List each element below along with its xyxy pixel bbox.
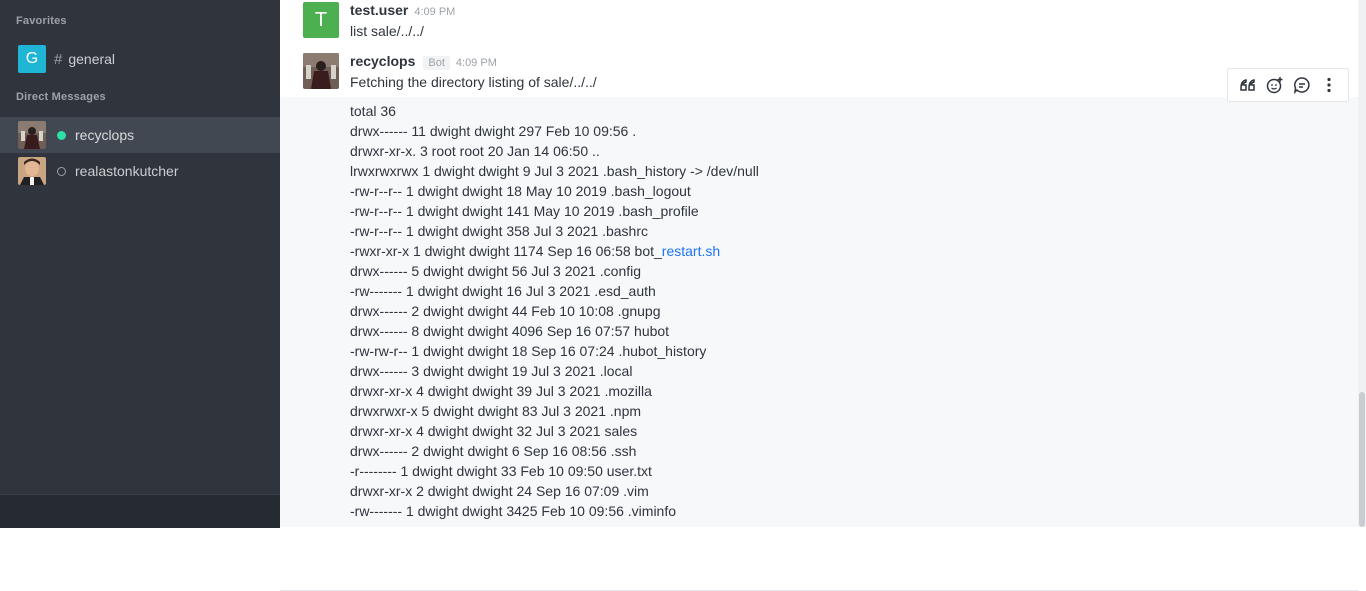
username[interactable]: recyclops	[350, 53, 415, 69]
online-status-icon	[57, 130, 66, 140]
listing-line: drwx------ 11 dwight dwight 297 Feb 10 0…	[350, 123, 637, 139]
listing-line: drwx------ 2 dwight dwight 44 Feb 10 10:…	[350, 303, 661, 319]
reply-in-thread-icon[interactable]	[1291, 74, 1313, 96]
listing-line: total 36	[350, 103, 396, 119]
add-reaction-icon[interactable]	[1264, 74, 1286, 96]
listing-line: drwxr-xr-x 4 dwight dwight 39 Jul 3 2021…	[350, 383, 652, 399]
directory-listing: total 36 drwx------ 11 dwight dwight 297…	[280, 97, 1358, 591]
avatar	[18, 157, 46, 185]
offline-status-icon	[57, 166, 66, 176]
listing-line: drwx------ 5 dwight dwight 56 Jul 3 2021…	[350, 263, 642, 279]
listing-line: drwx------ 3 dwight dwight 19 Jul 3 2021…	[350, 363, 633, 379]
username[interactable]: test.user	[350, 2, 408, 18]
listing-line: -rw-r--r-- 1 dwight dwight 358 Jul 3 202…	[350, 223, 649, 239]
message-text: Fetching the directory listing of sale/.…	[350, 74, 597, 90]
listing-line: -rw------- 1 dwight dwight 16 Jul 3 2021…	[350, 283, 656, 299]
hash-icon: #	[54, 50, 63, 68]
listing-line: lrwxrwxrwx 1 dwight dwight 9 Jul 3 2021 …	[350, 163, 759, 179]
avatar[interactable]	[303, 53, 339, 89]
listing-line: -rwxr-xr-x 1 dwight dwight 1174 Sep 16 0…	[350, 243, 720, 259]
listing-line: -rw-r--r-- 1 dwight dwight 18 May 10 201…	[350, 183, 691, 199]
sidebar-item-label: realastonkutcher	[75, 163, 179, 179]
sidebar: Favorites G # general Direct Messages re…	[0, 0, 280, 528]
message-actions-toolbar	[1227, 68, 1349, 102]
listing-line: drwxr-xr-x 2 dwight dwight 24 Sep 16 07:…	[350, 483, 649, 499]
room-avatar: G	[18, 45, 46, 73]
quote-icon[interactable]	[1237, 74, 1259, 96]
timestamp: 4:09 PM	[414, 6, 456, 18]
favorites-heading: Favorites	[16, 15, 67, 27]
message-text: list sale/../../	[350, 23, 424, 39]
message-header: test.user 4:09 PM	[350, 2, 455, 18]
listing-line: drwx------ 2 dwight dwight 6 Sep 16 08:5…	[350, 443, 637, 459]
listing-line: drwxr-xr-x 4 dwight dwight 32 Jul 3 2021…	[350, 423, 638, 439]
sidebar-item-label: recyclops	[75, 127, 135, 143]
listing-line: drwxrwxr-x 5 dwight dwight 83 Jul 3 2021…	[350, 403, 642, 419]
timestamp: 4:09 PM	[455, 57, 497, 69]
scrollbar-thumb[interactable]	[1359, 392, 1365, 527]
listing-line: -r-------- 1 dwight dwight 33 Feb 10 09:…	[350, 463, 652, 479]
listing-line: -rw------- 1 dwight dwight 3425 Feb 10 0…	[350, 503, 677, 519]
message-area: total 36 drwx------ 11 dwight dwight 297…	[280, 0, 1366, 591]
file-link[interactable]: restart.sh	[662, 243, 720, 259]
scrollbar[interactable]	[1358, 0, 1366, 527]
listing-line: -rw-r--r-- 1 dwight dwight 141 May 10 20…	[350, 203, 699, 219]
sidebar-item-label: general	[68, 51, 116, 67]
sidebar-item-general[interactable]: G # general	[0, 41, 280, 77]
listing-line: -rw-rw-r-- 1 dwight dwight 18 Sep 16 07:…	[350, 343, 707, 359]
direct-messages-heading: Direct Messages	[16, 91, 106, 103]
listing-text: -rwxr-xr-x 1 dwight dwight 1174 Sep 16 0…	[350, 243, 662, 259]
sidebar-item-realastonkutcher[interactable]: realastonkutcher	[0, 153, 280, 189]
sidebar-item-recyclops[interactable]: recyclops	[0, 117, 280, 153]
listing-line: drwxr-xr-x. 3 root root 20 Jan 14 06:50 …	[350, 143, 600, 159]
listing-line: drwx------ 8 dwight dwight 4096 Sep 16 0…	[350, 323, 670, 339]
avatar[interactable]: T	[303, 2, 339, 38]
bot-badge: Bot	[423, 56, 450, 70]
message-header: recyclops Bot 4:09 PM	[350, 53, 497, 70]
more-options-icon[interactable]	[1318, 74, 1340, 96]
sidebar-footer	[0, 494, 280, 528]
avatar	[18, 121, 46, 149]
